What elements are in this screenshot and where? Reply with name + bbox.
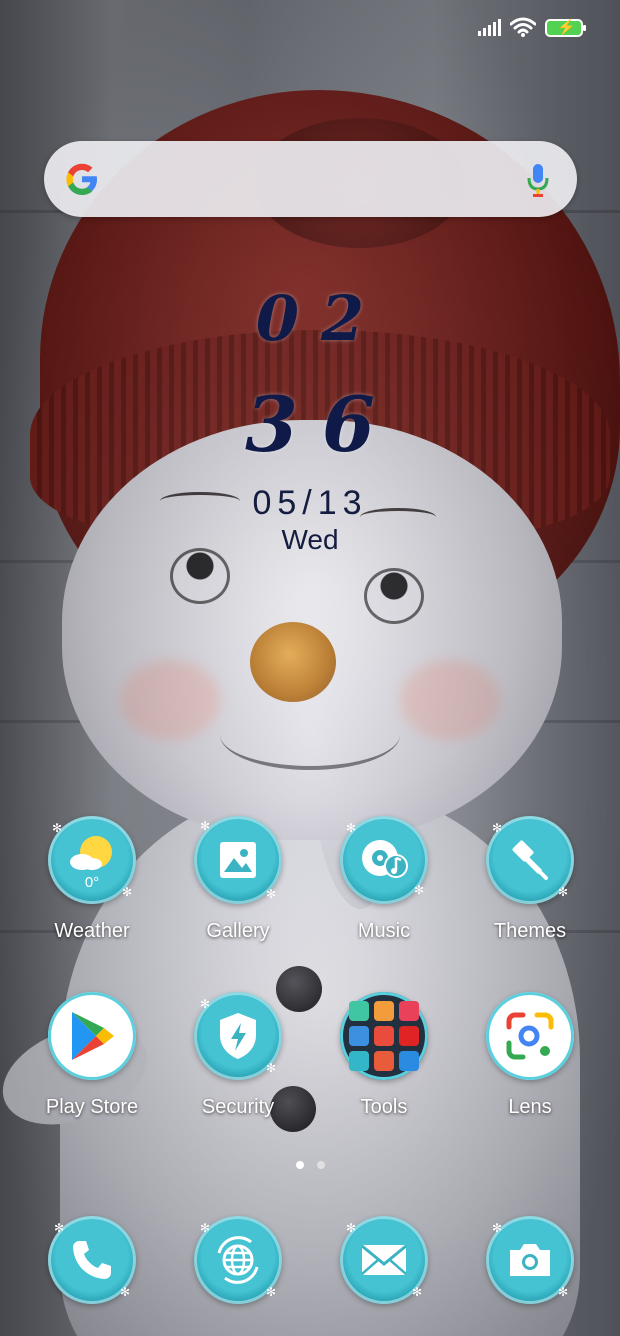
tools-folder-icon[interactable]: [340, 992, 428, 1080]
music-disc-icon[interactable]: ✻ ✻: [340, 816, 428, 904]
app-label: Weather: [54, 920, 130, 942]
page-indicator: [0, 1161, 620, 1169]
app-label: Play Store: [45, 1096, 139, 1118]
dock-browser[interactable]: ✻ ✻: [165, 1216, 311, 1304]
app-label: Music: [357, 920, 411, 942]
play-store-icon[interactable]: [48, 992, 136, 1080]
signal-bars-icon: [478, 18, 502, 36]
app-lens[interactable]: Lens: [457, 992, 603, 1119]
app-label: Lens: [508, 1096, 552, 1118]
app-weather[interactable]: 0° ✻ ✻ Weather: [19, 816, 165, 943]
app-themes[interactable]: ✻ ✻ Themes: [457, 816, 603, 943]
app-label: Tools: [360, 1096, 408, 1118]
gallery-image-icon[interactable]: ✻ ✻: [194, 816, 282, 904]
google-search-bar[interactable]: [44, 141, 577, 217]
weather-sun-cloud-icon[interactable]: 0° ✻ ✻: [48, 816, 136, 904]
clock-day[interactable]: Wed: [0, 524, 620, 556]
status-bar: ⚡: [0, 0, 620, 56]
dock-messages[interactable]: ✻ ✻: [311, 1216, 457, 1304]
dock-phone[interactable]: ✻ ✻: [19, 1216, 165, 1304]
page-dot-2[interactable]: [316, 1161, 325, 1169]
shield-bolt-icon[interactable]: ✻ ✻: [194, 992, 282, 1080]
messages-envelope-icon[interactable]: ✻ ✻: [340, 1216, 428, 1304]
clock-date[interactable]: 05/13: [0, 484, 620, 523]
clock-minute[interactable]: 36: [0, 380, 620, 469]
app-label: Security: [201, 1096, 275, 1118]
app-music[interactable]: ✻ ✻ Music: [311, 816, 457, 943]
app-label: Themes: [493, 920, 567, 942]
clock-hour[interactable]: 02: [0, 282, 620, 355]
page-dot-1[interactable]: [295, 1161, 304, 1169]
search-input[interactable]: [116, 159, 496, 199]
paintbrush-icon[interactable]: ✻ ✻: [486, 816, 574, 904]
google-g-icon[interactable]: [64, 161, 100, 197]
dock-camera[interactable]: ✻ ✻: [457, 1216, 603, 1304]
app-gallery[interactable]: ✻ ✻ Gallery: [165, 816, 311, 943]
app-security[interactable]: ✻ ✻ Security: [165, 992, 311, 1119]
browser-globe-icon[interactable]: ✻ ✻: [194, 1216, 282, 1304]
app-tools-folder[interactable]: Tools: [311, 992, 457, 1119]
wifi-icon: [510, 17, 536, 37]
google-lens-icon[interactable]: [486, 992, 574, 1080]
phone-icon[interactable]: ✻ ✻: [48, 1216, 136, 1304]
microphone-icon[interactable]: [527, 163, 549, 197]
battery-charging-icon: ⚡: [545, 19, 586, 37]
camera-icon[interactable]: ✻ ✻: [486, 1216, 574, 1304]
app-play-store[interactable]: Play Store: [19, 992, 165, 1119]
app-label: Gallery: [206, 920, 270, 942]
